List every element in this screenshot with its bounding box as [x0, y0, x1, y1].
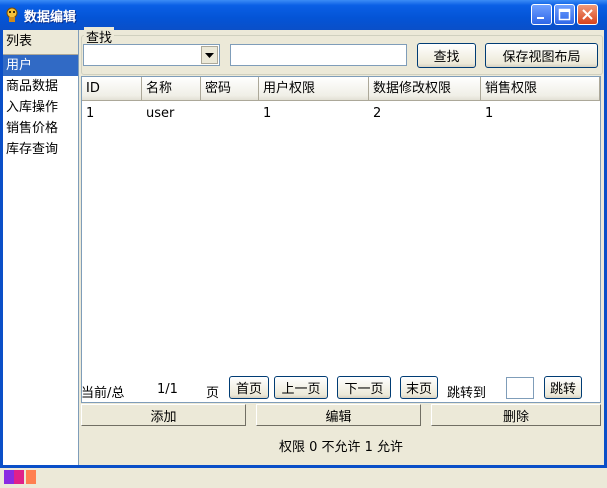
- column-header-name[interactable]: 名称: [142, 77, 201, 101]
- jump-to-label: 跳转到: [447, 386, 487, 401]
- last-page-button[interactable]: 末页: [400, 376, 438, 399]
- save-layout-button[interactable]: 保存视图布局: [485, 43, 598, 68]
- close-button[interactable]: [577, 4, 598, 25]
- column-header-data-edit-permission[interactable]: 数据修改权限: [369, 77, 481, 101]
- prev-page-button[interactable]: 上一页: [274, 376, 328, 399]
- window-client: 列表 用户 商品数据 入库操作 销售价格 库存查询 查找 查找 保存视图布局 I…: [3, 27, 604, 465]
- chevron-down-icon: [205, 53, 214, 58]
- title-bar[interactable]: 数据编辑: [0, 0, 607, 30]
- column-header-id[interactable]: ID: [82, 77, 142, 101]
- cell-sales-permission[interactable]: 1: [481, 103, 600, 125]
- sidebar-item-sales-price[interactable]: 销售价格: [3, 118, 78, 139]
- window-title: 数据编辑: [24, 10, 77, 25]
- cell-id[interactable]: 1: [82, 103, 142, 125]
- close-icon: [582, 9, 593, 20]
- sidebar-item-users[interactable]: 用户: [3, 55, 78, 76]
- status-text: 权限 0 不允许 1 允许: [81, 431, 601, 465]
- search-button[interactable]: 查找: [417, 43, 476, 68]
- column-header-password[interactable]: 密码: [201, 77, 259, 101]
- minimize-icon: [537, 17, 544, 19]
- sidebar-header: 列表: [3, 30, 78, 55]
- table-row[interactable]: 1 user 1 2 1: [82, 103, 600, 125]
- page-unit-label: 页: [206, 386, 220, 401]
- sidebar-item-products[interactable]: 商品数据: [3, 76, 78, 97]
- taskbar-icon[interactable]: [26, 470, 36, 484]
- column-header-user-permission[interactable]: 用户权限: [259, 77, 369, 101]
- taskbar-icon[interactable]: [14, 470, 24, 484]
- cell-user-permission[interactable]: 1: [259, 103, 369, 125]
- cell-password[interactable]: [201, 103, 259, 125]
- sidebar-item-inventory-query[interactable]: 库存查询: [3, 139, 78, 160]
- sidebar-list[interactable]: 列表 用户 商品数据 入库操作 销售价格 库存查询: [3, 30, 79, 465]
- first-page-button[interactable]: 首页: [229, 376, 269, 399]
- search-field-combo[interactable]: [83, 44, 220, 66]
- next-page-button[interactable]: 下一页: [337, 376, 391, 399]
- data-grid[interactable]: ID 名称 密码 用户权限 数据修改权限 销售权限 1 user 1 2 1: [81, 76, 601, 403]
- search-input[interactable]: [230, 44, 407, 66]
- jump-page-input[interactable]: [506, 377, 534, 399]
- edit-button[interactable]: 编辑: [256, 404, 421, 426]
- delete-button[interactable]: 删除: [431, 404, 601, 426]
- cell-data-edit-permission[interactable]: 2: [369, 103, 481, 125]
- taskbar-icon[interactable]: [4, 470, 14, 484]
- page-value: 1/1: [157, 382, 178, 397]
- maximize-button[interactable]: [554, 4, 575, 25]
- column-header-sales-permission[interactable]: 销售权限: [481, 77, 600, 101]
- sidebar-item-stock-in[interactable]: 入库操作: [3, 97, 78, 118]
- maximize-icon: [558, 8, 571, 21]
- cell-name[interactable]: user: [142, 103, 201, 125]
- grid-header-row: ID 名称 密码 用户权限 数据修改权限 销售权限: [82, 77, 600, 101]
- combo-dropdown-button[interactable]: [201, 46, 218, 64]
- taskbar-strip: [0, 468, 607, 488]
- jump-button[interactable]: 跳转: [544, 376, 582, 399]
- add-button[interactable]: 添加: [81, 404, 246, 426]
- minimize-button[interactable]: [531, 4, 552, 25]
- current-total-label: 当前/总: [81, 386, 125, 401]
- app-icon: [4, 7, 20, 23]
